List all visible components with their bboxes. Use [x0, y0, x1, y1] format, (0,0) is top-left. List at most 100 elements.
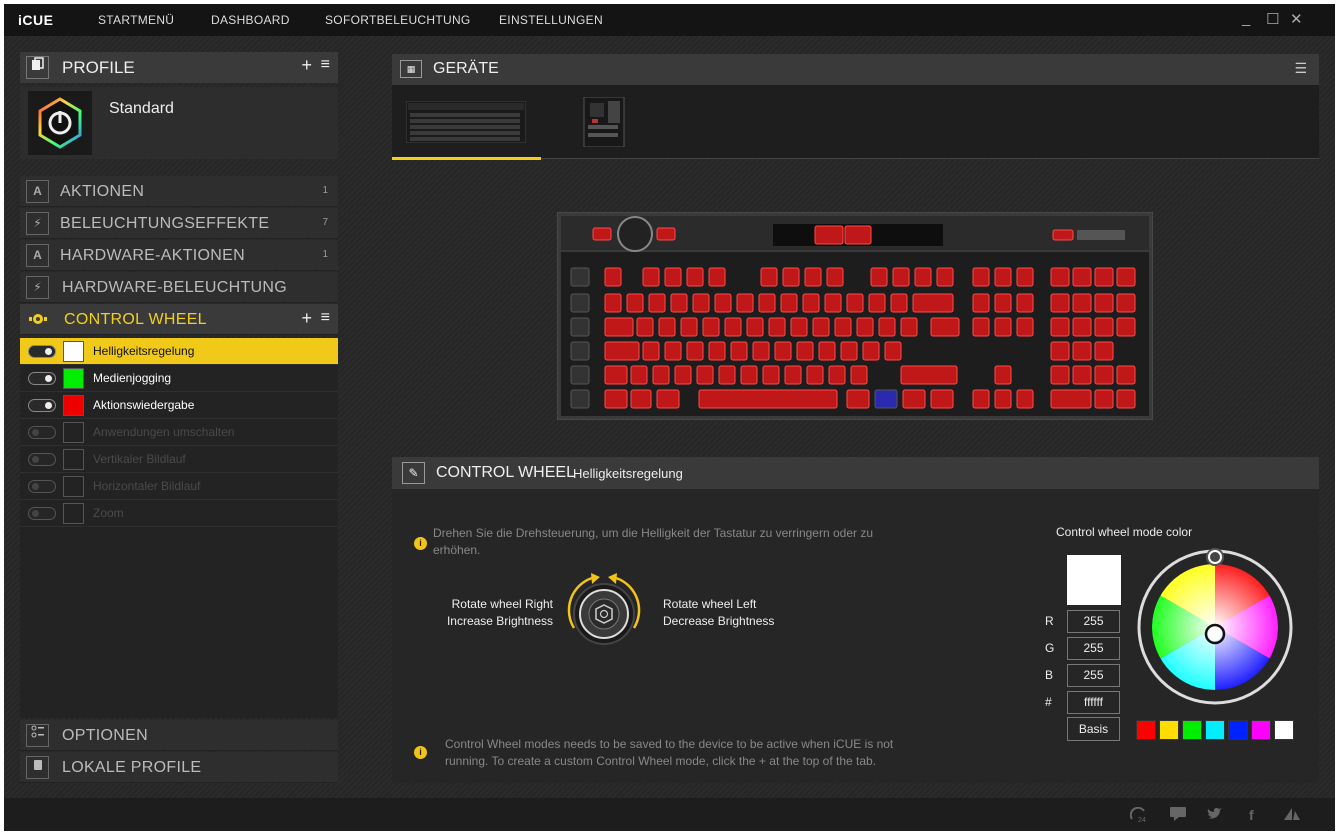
- section-optionen[interactable]: OPTIONEN: [20, 720, 338, 751]
- mode-toggle[interactable]: [28, 426, 56, 439]
- preset-color-swatch[interactable]: [1274, 720, 1294, 740]
- keyboard-key: [1116, 389, 1136, 409]
- category-hardware-beleuchtung[interactable]: ⚡ HARDWARE-BELEUCHTUNG: [20, 272, 338, 303]
- color-wheel[interactable]: [1135, 547, 1295, 707]
- mode-row-anwendungen-umschalten[interactable]: Anwendungen umschalten: [20, 419, 338, 446]
- add-control-wheel-mode-button[interactable]: +: [301, 308, 312, 329]
- profile-item[interactable]: Standard: [20, 87, 338, 159]
- nav-startmenu[interactable]: STARTMENÜ: [98, 13, 174, 27]
- device-tab-motherboard[interactable]: [582, 96, 626, 148]
- keyboard-key: [890, 293, 908, 313]
- mode-color-swatch[interactable]: [63, 449, 84, 470]
- mode-toggle[interactable]: [28, 372, 56, 385]
- keyboard-key: [604, 389, 628, 409]
- actions-icon: A: [26, 244, 49, 267]
- media-key: [592, 227, 612, 241]
- keyboard-key: [972, 293, 990, 313]
- keyboard-key: [1050, 293, 1070, 313]
- preset-color-swatch[interactable]: [1136, 720, 1156, 740]
- media-key: [656, 227, 676, 241]
- twitter-icon[interactable]: [1207, 807, 1223, 824]
- section-lokale-profile[interactable]: LOKALE PROFILE: [20, 752, 338, 783]
- nav-einstellungen[interactable]: EINSTELLUNGEN: [499, 13, 603, 27]
- rotate-right-text: Rotate wheel Right: [451, 597, 553, 611]
- basis-button[interactable]: Basis: [1067, 717, 1120, 741]
- mode-color-swatch[interactable]: [63, 341, 84, 362]
- preset-color-swatch[interactable]: [1159, 720, 1179, 740]
- facebook-icon[interactable]: f: [1249, 807, 1254, 823]
- preset-color-swatch[interactable]: [1251, 720, 1271, 740]
- category-label: AKTIONEN: [60, 183, 145, 200]
- keyboard-key: [604, 341, 640, 361]
- control-wheel-menu-button[interactable]: ≡: [321, 309, 330, 327]
- keyboard-key: [746, 317, 764, 337]
- keyboard-key: [1016, 389, 1034, 409]
- keyboard-key: [680, 317, 698, 337]
- corsair-24-icon[interactable]: 24: [1129, 806, 1150, 826]
- mode-toggle[interactable]: [28, 480, 56, 493]
- nav-dashboard[interactable]: DASHBOARD: [211, 13, 290, 27]
- g-input[interactable]: 255: [1067, 637, 1120, 660]
- mode-toggle[interactable]: [28, 507, 56, 520]
- category-hardware-aktionen[interactable]: A HARDWARE-AKTIONEN 1: [20, 240, 338, 271]
- mode-row-medienjogging[interactable]: Medienjogging: [20, 365, 338, 392]
- minimize-button[interactable]: _: [1242, 10, 1250, 27]
- mode-color-swatch[interactable]: [63, 368, 84, 389]
- keyboard-key: [790, 317, 808, 337]
- preset-color-swatch[interactable]: [1182, 720, 1202, 740]
- mode-row-vertikaler-bildlauf[interactable]: Vertikaler Bildlauf: [20, 446, 338, 473]
- keyboard-key: [658, 317, 676, 337]
- mode-color-swatch[interactable]: [63, 476, 84, 497]
- device-tab-keyboard[interactable]: [392, 85, 541, 160]
- chat-icon[interactable]: [1170, 807, 1186, 824]
- profile-menu-button[interactable]: ≡: [321, 56, 330, 74]
- category-beleuchtungseffekte[interactable]: ⚡ BELEUCHTUNGSEFFEKTE 7: [20, 208, 338, 239]
- corsair-sails-icon[interactable]: [1283, 807, 1301, 824]
- add-profile-button[interactable]: +: [301, 55, 312, 76]
- control-wheel-save-info: Control Wheel modes needs to be saved to…: [445, 737, 894, 768]
- keyboard-key: [1094, 267, 1114, 287]
- mode-toggle[interactable]: [28, 399, 56, 412]
- mode-row-zoom[interactable]: Zoom: [20, 500, 338, 527]
- r-input[interactable]: 255: [1067, 610, 1120, 633]
- icue-profile-icon: [28, 91, 92, 155]
- maximize-button[interactable]: ☐: [1266, 10, 1279, 28]
- category-label: HARDWARE-AKTIONEN: [60, 247, 245, 264]
- section-label: LOKALE PROFILE: [62, 759, 202, 776]
- keyboard-key: [636, 317, 654, 337]
- keyboard-key: [570, 365, 590, 385]
- keyboard-key: [1016, 293, 1034, 313]
- mode-color-swatch[interactable]: [63, 503, 84, 524]
- mode-toggle[interactable]: [28, 345, 56, 358]
- mode-row-helligkeitsregelung[interactable]: Helligkeitsregelung: [20, 338, 338, 365]
- b-input[interactable]: 255: [1067, 664, 1120, 687]
- keyboard-key: [868, 293, 886, 313]
- mode-color-swatch[interactable]: [63, 395, 84, 416]
- keyboard-key: [914, 267, 932, 287]
- category-aktionen[interactable]: A AKTIONEN 1: [20, 176, 338, 207]
- keyboard-key: [994, 267, 1012, 287]
- mode-toggle[interactable]: [28, 453, 56, 466]
- keyboard-key: [856, 317, 874, 337]
- preset-color-swatch[interactable]: [1228, 720, 1248, 740]
- control-wheel-panel-header: ✎ CONTROL WHEEL Helligkeitsregelung: [392, 457, 1319, 489]
- nav-sofortbeleuchtung[interactable]: SOFORTBELEUCHTUNG: [325, 13, 471, 27]
- keyboard-key: [972, 389, 990, 409]
- lightning-icon: ⚡: [26, 276, 49, 299]
- keyboard-key: [1094, 317, 1114, 337]
- keyboard-key: [846, 389, 870, 409]
- mode-row-aktionswiedergabe[interactable]: Aktionswiedergabe: [20, 392, 338, 419]
- preset-color-swatch[interactable]: [1205, 720, 1225, 740]
- devices-menu-button[interactable]: ☰: [1294, 60, 1307, 77]
- decrease-brightness-text: Decrease Brightness: [663, 614, 775, 628]
- hex-input[interactable]: ffffff: [1067, 691, 1120, 714]
- keyboard-key: [826, 267, 844, 287]
- category-control-wheel[interactable]: CONTROL WHEEL + ≡: [20, 304, 338, 335]
- mode-row-horizontaler-bildlauf[interactable]: Horizontaler Bildlauf: [20, 473, 338, 500]
- close-button[interactable]: ✕: [1290, 10, 1303, 28]
- keyboard-key: [696, 365, 714, 385]
- mode-color-swatch[interactable]: [63, 422, 84, 443]
- keyboard-key: [648, 293, 666, 313]
- keyboard-key: [708, 267, 726, 287]
- keyboard-preview[interactable]: [556, 211, 1154, 421]
